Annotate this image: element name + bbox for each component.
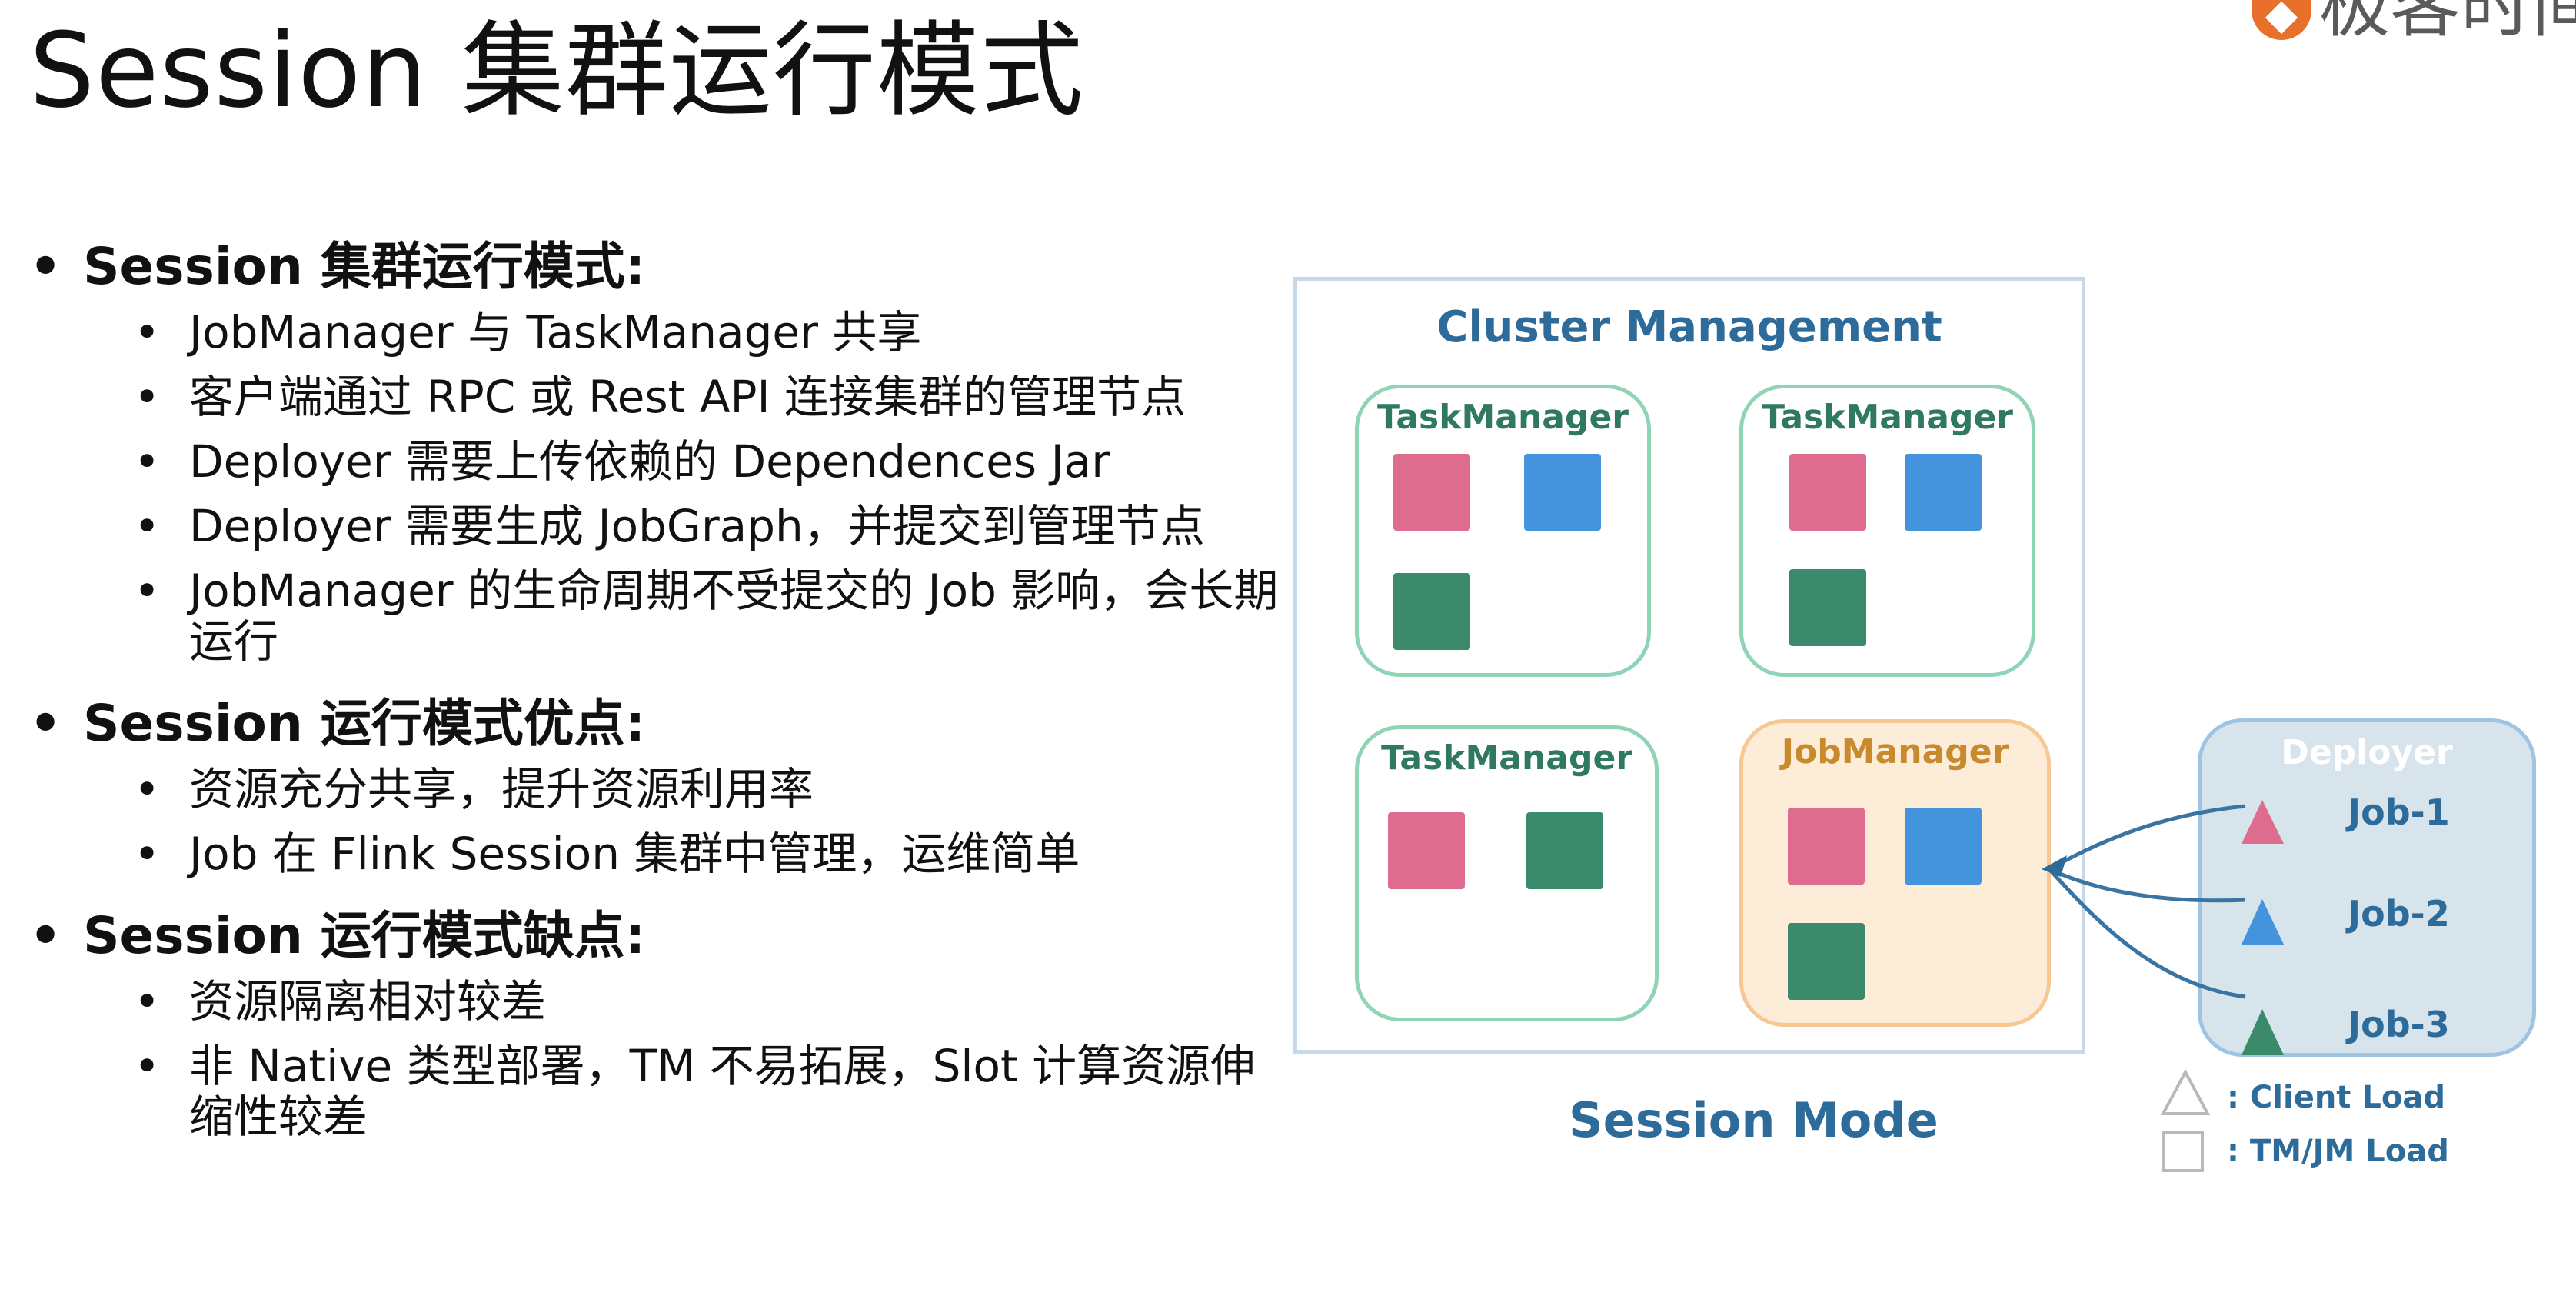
geektime-logo-icon — [2252, 0, 2311, 40]
legend-client-load-label: : Client Load — [2227, 1080, 2445, 1115]
bullet-item: Job 在 Flink Session 集群中管理，运维简单 — [134, 821, 1287, 886]
bullet-item: JobManager 与 TaskManager 共享 — [134, 300, 1287, 365]
section-heading-advantages: Session 运行模式优点: — [26, 691, 1287, 757]
geektime-logo: 极客时间 — [2238, 0, 2576, 46]
bullet-item: 非 Native 类型部署，TM 不易拓展，Slot 计算资源伸缩性较差 — [134, 1034, 1289, 1149]
bullet-item: 客户端通过 RPC 或 Rest API 连接集群的管理节点 — [134, 365, 1287, 429]
arrow-job-2 — [2048, 867, 2246, 903]
bullet-list: Session 集群运行模式: JobManager 与 TaskManager… — [26, 234, 1287, 1149]
legend-tm-jm-load-label: : TM/JM Load — [2227, 1134, 2449, 1169]
diagram-overlay — [2042, 800, 2284, 1115]
arrow-job-1 — [2048, 804, 2246, 871]
arrow-job-3 — [2048, 868, 2246, 999]
client-load-triangle-icon — [2160, 1068, 2211, 1115]
logo-text: 极客时间 — [2319, 0, 2576, 46]
bullet-item: 资源充分共享，提升资源利用率 — [134, 757, 1287, 821]
slide-title: Session 集群运行模式 — [29, 11, 1084, 131]
bullet-item: 资源隔离相对较差 — [134, 969, 1287, 1034]
session-mode-diagram: Cluster Management TaskManager TaskManag… — [1284, 262, 2576, 1215]
section-heading-session-mode: Session 集群运行模式: — [26, 234, 1287, 300]
section-heading-disadvantages: Session 运行模式缺点: — [26, 903, 1287, 969]
job-3-triangle-icon — [2242, 1009, 2284, 1055]
bullet-item: Deployer 需要生成 JobGraph，并提交到管理节点 — [134, 494, 1287, 558]
job-2-triangle-icon — [2242, 899, 2284, 945]
job-1-triangle-icon — [2242, 800, 2284, 844]
diagram-caption: Session Mode — [1569, 1092, 1939, 1148]
tm-jm-load-square-icon — [2162, 1131, 2204, 1172]
bullet-item: Deployer 需要上传依赖的 Dependences Jar — [134, 429, 1287, 494]
bullet-item: JobManager 的生命周期不受提交的 Job 影响，会长期运行 — [134, 558, 1289, 674]
